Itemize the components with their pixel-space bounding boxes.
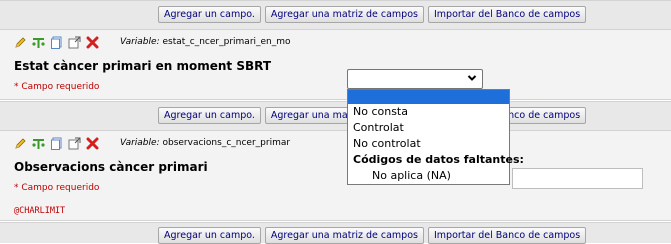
import-bank-button[interactable]: Importar del Banco de campos <box>427 6 587 23</box>
field-row-1: Variable: estat_c_ncer_primari_en_mo Est… <box>0 30 671 100</box>
dropdown-option[interactable]: No controlat <box>348 136 509 152</box>
delete-icon[interactable] <box>86 36 99 49</box>
copy-icon[interactable] <box>50 137 63 150</box>
add-field-bar-bottom: Agregar un campo. Agregar una matriz de … <box>0 222 671 244</box>
move-icon[interactable] <box>68 137 81 150</box>
add-field-button[interactable]: Agregar un campo. <box>158 6 261 23</box>
add-field-bar-middle: Agregar un campo. Agregar una matriz de … <box>0 101 671 131</box>
dropdown-option[interactable]: No aplica (NA) <box>348 168 509 184</box>
move-icon[interactable] <box>68 36 81 49</box>
variable-name-line: Variable: estat_c_ncer_primari_en_mo <box>120 37 291 47</box>
field-label: Estat càncer primari en moment SBRT <box>14 59 272 73</box>
add-matrix-button[interactable]: Agregar una matriz de campos <box>264 6 424 23</box>
required-note: * Campo requerido <box>14 183 100 193</box>
add-matrix-button[interactable]: Agregar una matriz de campos <box>264 227 424 244</box>
variable-prefix: Variable: <box>120 37 160 47</box>
observations-input[interactable] <box>512 168 643 189</box>
dropdown-group-label: Códigos de datos faltantes: <box>353 153 524 166</box>
add-field-button[interactable]: Agregar un campo. <box>158 227 261 244</box>
action-tag-annotation: @CHARLIMIT <box>14 206 66 216</box>
dropdown-option[interactable]: No consta <box>348 104 509 120</box>
pencil-icon[interactable] <box>14 36 27 49</box>
variable-name: estat_c_ncer_primari_en_mo <box>162 37 291 47</box>
variable-name: observacions_c_ncer_primar <box>162 138 291 148</box>
copy-icon[interactable] <box>50 36 63 49</box>
pencil-icon[interactable] <box>14 137 27 150</box>
dropdown-option-blank[interactable] <box>348 90 509 104</box>
status-dropdown-list: No consta Controlat No controlat Códigos… <box>347 89 524 185</box>
variable-name-line: Variable: observacions_c_ncer_primar <box>120 138 290 148</box>
branching-icon[interactable] <box>32 137 45 150</box>
variable-prefix: Variable: <box>120 138 160 148</box>
dropdown-option[interactable]: Controlat <box>348 120 509 136</box>
delete-icon[interactable] <box>86 137 99 150</box>
chevron-down-icon <box>467 73 477 86</box>
required-note: * Campo requerido <box>14 82 100 92</box>
branching-icon[interactable] <box>32 36 45 49</box>
add-field-bar-top: Agregar un campo. Agregar una matriz de … <box>0 0 671 30</box>
status-select[interactable] <box>347 69 483 89</box>
add-field-button[interactable]: Agregar un campo. <box>158 107 261 124</box>
import-bank-button[interactable]: Importar del Banco de campos <box>427 227 587 244</box>
field-label: Observacions càncer primari <box>14 160 208 174</box>
